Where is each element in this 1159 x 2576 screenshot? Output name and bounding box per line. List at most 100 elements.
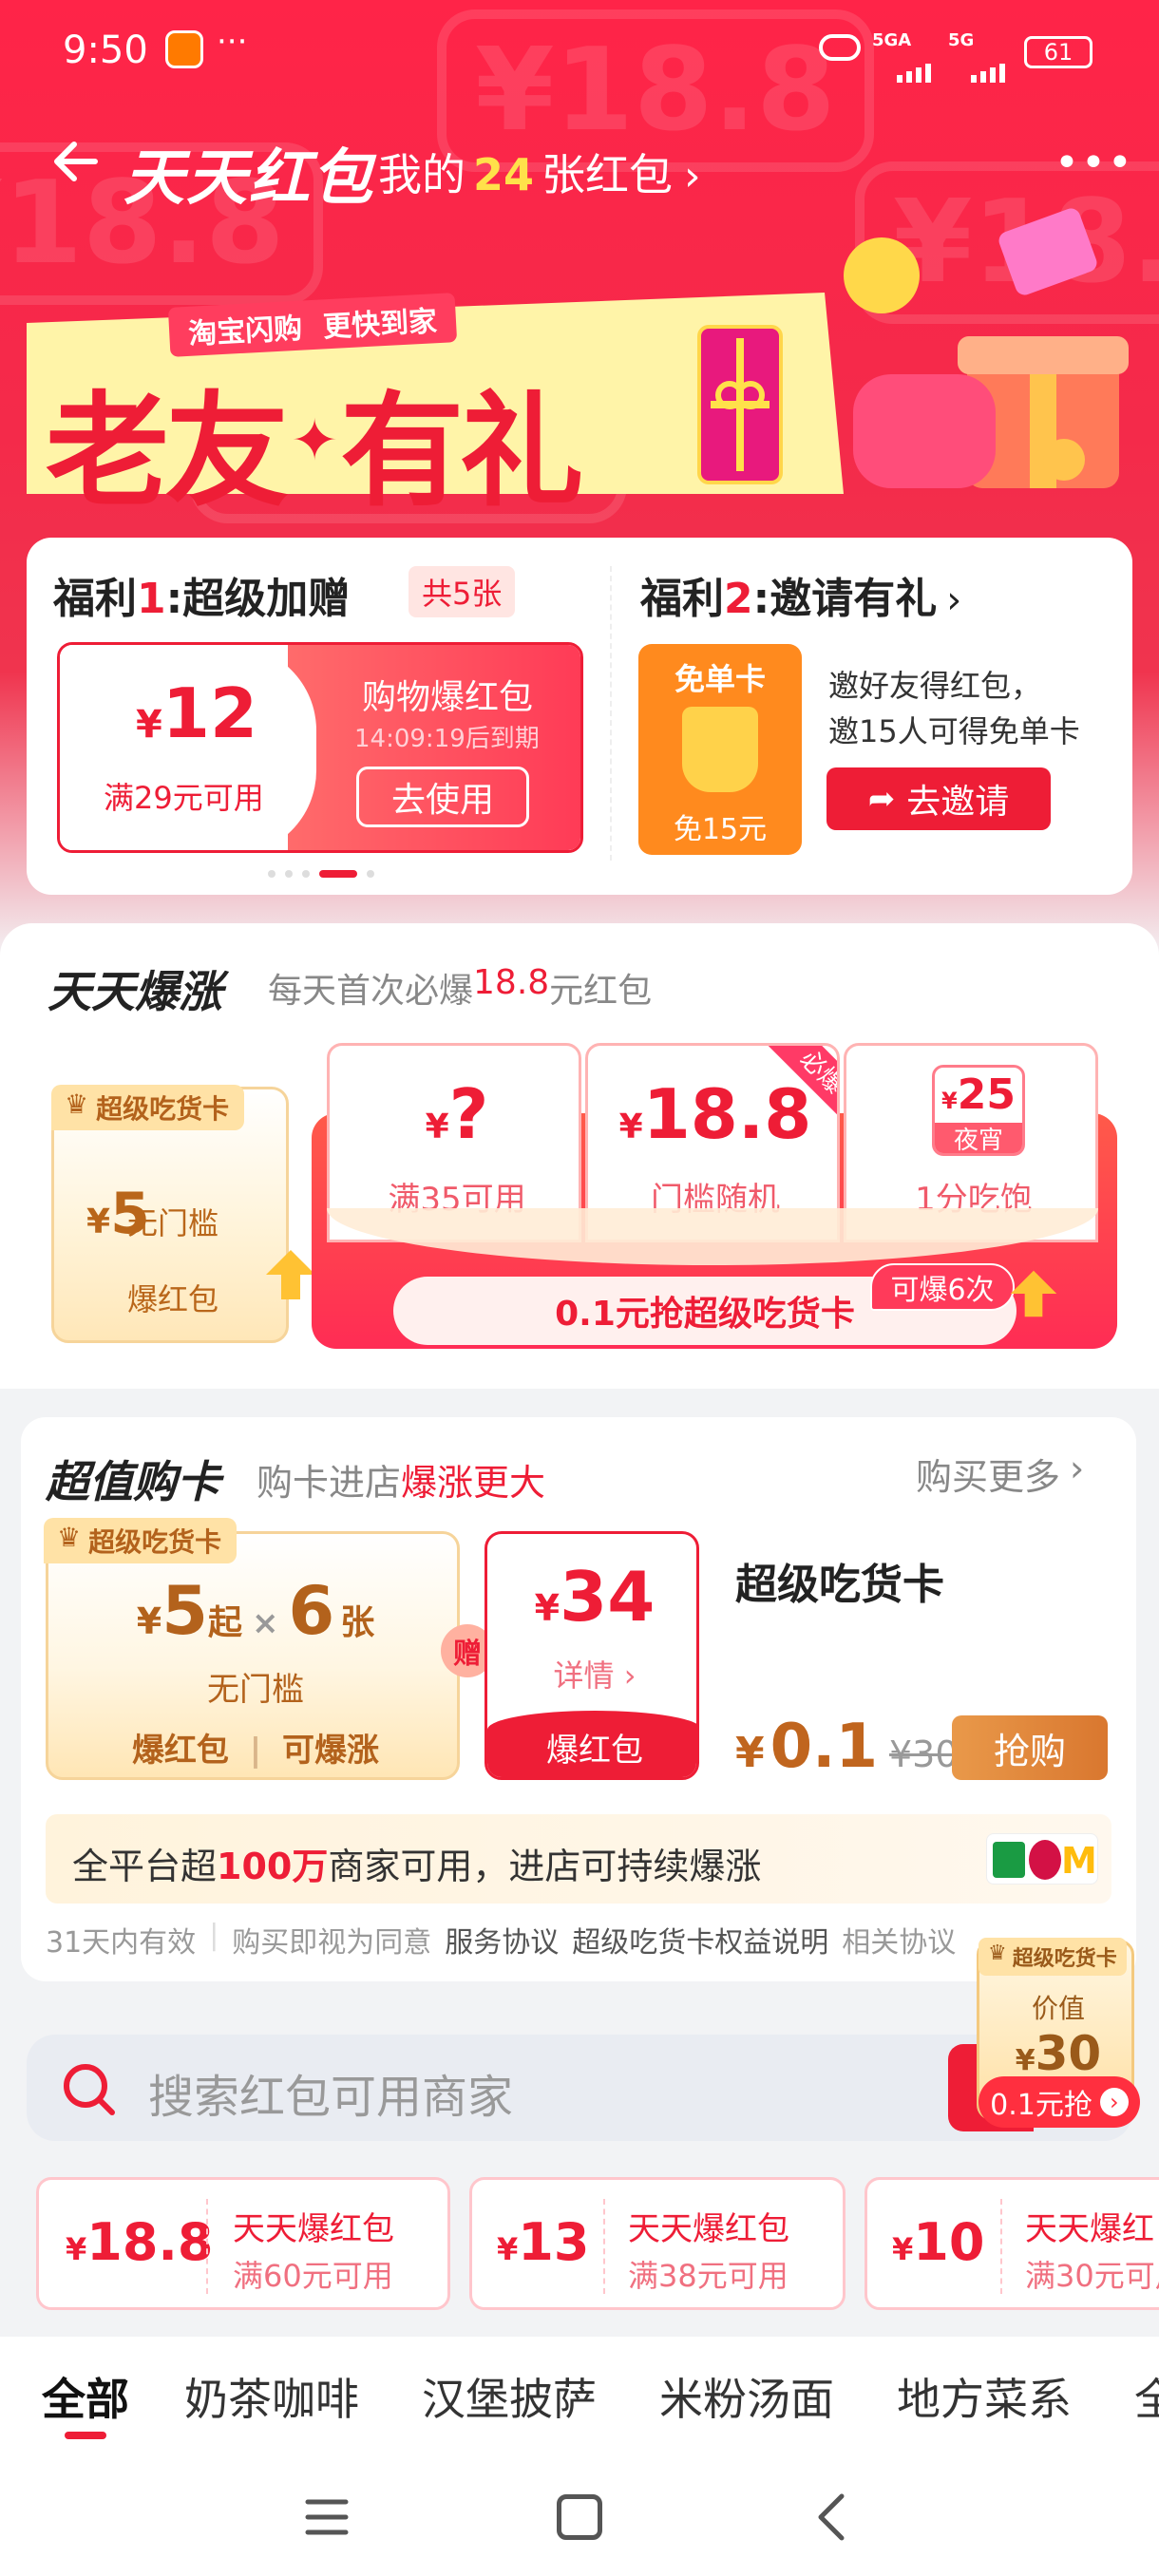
currency-symbol: ¥ bbox=[892, 2231, 914, 2267]
banner-sub-1: 淘宝闪购 bbox=[187, 312, 304, 351]
coupon-amount-value: 13 bbox=[518, 2212, 590, 2272]
status-bar: 9:50 ··· 5GA 5G 61 bbox=[0, 0, 1159, 104]
benefit1-coupon[interactable]: ¥ 12 满29元可用 购物爆红包 14:09:19后到期 去使用 bbox=[57, 642, 583, 853]
benefit1-title-prefix: 福利 bbox=[53, 575, 137, 623]
boom-coupon-1-value: ? bbox=[448, 1074, 489, 1154]
buy-button[interactable]: 抢购 bbox=[952, 1715, 1108, 1780]
related-agreement-link[interactable]: 相关协议 bbox=[842, 1919, 956, 1960]
network-label-2: 5G bbox=[948, 30, 975, 50]
float-grab-button[interactable]: 0.1元抢 › bbox=[978, 2076, 1140, 2128]
daily-subtitle-b: 元红包 bbox=[549, 972, 653, 1011]
night-snack-label: 夜宵 bbox=[935, 1123, 1022, 1153]
coupon-cond: 满30元可用 bbox=[1025, 2258, 1159, 2294]
link-icon bbox=[819, 34, 861, 61]
gift-coupon-amount-value: 34 bbox=[560, 1557, 656, 1637]
search-icon bbox=[61, 2061, 118, 2118]
coupon-amount: ¥10 bbox=[892, 2212, 984, 2272]
search-placeholder: 搜索红包可用商家 bbox=[148, 2071, 514, 2124]
currency-symbol: ¥ bbox=[425, 1108, 449, 1146]
benefits-card: 福利 1 :超级加赠 共5张 ¥ 12 满29元可用 购物爆红包 14:09:1… bbox=[27, 538, 1132, 895]
foodie-card-offer[interactable]: ¥ 5 起 × 6 张 无门槛 爆红包 | 可爆涨 bbox=[46, 1531, 460, 1780]
value-card-subtitle-a: 购卡进店 bbox=[256, 1462, 402, 1504]
boom-coupon-1-amount: ¥? bbox=[330, 1074, 584, 1154]
active-tab-indicator bbox=[65, 2432, 106, 2439]
benefit2-desc-line1: 邀好友得红包， bbox=[828, 668, 1042, 704]
more-menu-icon[interactable]: ••• bbox=[1054, 139, 1134, 187]
network-label-1: 5GA bbox=[872, 30, 912, 50]
signal-icon bbox=[874, 49, 944, 83]
my-coupons-link[interactable]: 我的 24 张红包 › bbox=[378, 141, 701, 203]
tab-more[interactable]: 全 bbox=[1134, 2365, 1159, 2428]
menu-icon[interactable] bbox=[304, 2496, 350, 2538]
coupon-amount-value: 10 bbox=[913, 2212, 985, 2272]
merchant-logos: M bbox=[986, 1833, 1098, 1885]
benefit2-desc: 邀好友得红包， 邀15人可得免单卡 bbox=[828, 663, 1080, 754]
value-card-subtitle-b: 爆涨更大 bbox=[401, 1462, 546, 1504]
merchant-logo-2 bbox=[1029, 1840, 1061, 1880]
taobao-app-icon bbox=[165, 30, 203, 68]
gift-coupon-amount: ¥34 bbox=[487, 1557, 696, 1637]
card-rights-link[interactable]: 超级吃货卡权益说明 bbox=[572, 1919, 828, 1960]
tab-noodles-soup[interactable]: 米粉汤面 bbox=[659, 2365, 834, 2428]
coupon-cond: 满38元可用 bbox=[628, 2258, 788, 2294]
benefit2-desc-line2: 邀15人可得免单卡 bbox=[828, 713, 1080, 749]
banner-title-a: 老友 bbox=[46, 379, 289, 523]
benefit2-number: 2 bbox=[724, 575, 753, 623]
service-agreement-link[interactable]: 服务协议 bbox=[445, 1919, 559, 1960]
crown-icon: ♛ bbox=[988, 1941, 1007, 1965]
my-coupons-prefix: 我的 bbox=[378, 149, 466, 200]
back-arrow-icon[interactable] bbox=[48, 133, 104, 190]
buy-more-label: 购买更多 bbox=[916, 1456, 1061, 1498]
drink-cup-icon bbox=[682, 707, 758, 792]
use-button[interactable]: 去使用 bbox=[356, 767, 529, 827]
coupon-item[interactable]: ¥13 天天爆红包 满38元可用 bbox=[469, 2177, 846, 2310]
invite-button[interactable]: ➦ 去邀请 bbox=[826, 767, 1051, 830]
gift-coupon[interactable]: ¥34 详情 › 爆红包 bbox=[484, 1531, 699, 1780]
benefit2-title[interactable]: 福利 2 :邀请有礼 › bbox=[640, 564, 961, 625]
benefit1-title-suffix: :超级加赠 bbox=[165, 575, 351, 623]
benefit1-amount: ¥ 12 bbox=[136, 673, 257, 753]
tab-milk-tea-coffee[interactable]: 奶茶咖啡 bbox=[184, 2365, 359, 2428]
home-icon[interactable] bbox=[557, 2494, 602, 2540]
gift-ribbon-icon bbox=[697, 325, 783, 484]
crown-icon: ♛ bbox=[57, 1522, 82, 1553]
float-amount: ¥30 bbox=[979, 2026, 1137, 2081]
gift-detail-link[interactable]: 详情 › bbox=[487, 1652, 696, 1695]
chevron-right-icon: › bbox=[946, 578, 962, 622]
product-price-value: 0.1 bbox=[770, 1712, 878, 1782]
super-card-label: 爆红包 bbox=[126, 1281, 218, 1317]
offer-labels: 爆红包 | 可爆涨 bbox=[131, 1732, 380, 1770]
offer-times: × bbox=[251, 1604, 279, 1642]
float-value-label: 价值 bbox=[1031, 1993, 1085, 2024]
banner-sub-2: 更快到家 bbox=[322, 305, 438, 345]
offer-label-b: 可爆涨 bbox=[282, 1732, 380, 1770]
free-order-value: 免15元 bbox=[673, 813, 768, 846]
coupon-item[interactable]: ¥10 天天爆红 满30元可用 bbox=[864, 2177, 1159, 2310]
tab-all[interactable]: 全部 bbox=[42, 2365, 129, 2428]
invite-button-label: 去邀请 bbox=[906, 783, 1010, 822]
coupon-cond: 满60元可用 bbox=[233, 2258, 393, 2294]
back-icon[interactable] bbox=[813, 2492, 851, 2542]
agreement-row: 31天内有效 | 购买即视为同意 服务协议 超级吃货卡权益说明 相关协议 bbox=[46, 1919, 957, 1960]
tab-burger-pizza[interactable]: 汉堡披萨 bbox=[422, 2365, 597, 2428]
coupon-item[interactable]: ¥18.8 天天爆红包 满60元可用 bbox=[36, 2177, 450, 2310]
offer-amount-row: ¥ 5 起 × 6 张 bbox=[48, 1572, 463, 1650]
night-snack-amount: ¥25 bbox=[941, 1070, 1016, 1119]
notice-c: 商家可用，进店可持续爆涨 bbox=[328, 1846, 762, 1887]
offer-amount: 5 bbox=[162, 1572, 208, 1650]
coupon-strip: ¥18.8 天天爆红包 满60元可用 ¥13 天天爆红包 满38元可用 ¥10 … bbox=[0, 2171, 1159, 2323]
boom-coupon-2-value: 18.8 bbox=[642, 1074, 812, 1154]
banner-title-b: 有礼 bbox=[340, 379, 583, 523]
coupon-name: 天天爆红包 bbox=[233, 2210, 394, 2248]
super-card-tag-label: 超级吃货卡 bbox=[96, 1093, 230, 1125]
currency-symbol: ¥ bbox=[66, 2231, 87, 2267]
buy-more-link[interactable]: 购买更多 › bbox=[916, 1448, 1084, 1500]
up-arrow-icon bbox=[262, 1246, 319, 1303]
up-arrow-icon bbox=[1007, 1267, 1060, 1320]
daily-boom-section: 天天爆涨 每天首次必爆 18.8 元红包 ¥ 5 无门槛 爆红包 ♛ 超级吃货卡… bbox=[0, 923, 1159, 1389]
daily-subtitle: 每天首次必爆 18.8 元红包 bbox=[268, 963, 652, 1013]
float-amount-value: 30 bbox=[1035, 2026, 1102, 2081]
banner-title: 老友 ✦ 有礼 bbox=[46, 351, 583, 530]
tab-local-cuisine[interactable]: 地方菜系 bbox=[897, 2365, 1072, 2428]
promo-banner[interactable]: 淘宝闪购 更快到家 老友 ✦ 有礼 bbox=[27, 205, 1129, 523]
